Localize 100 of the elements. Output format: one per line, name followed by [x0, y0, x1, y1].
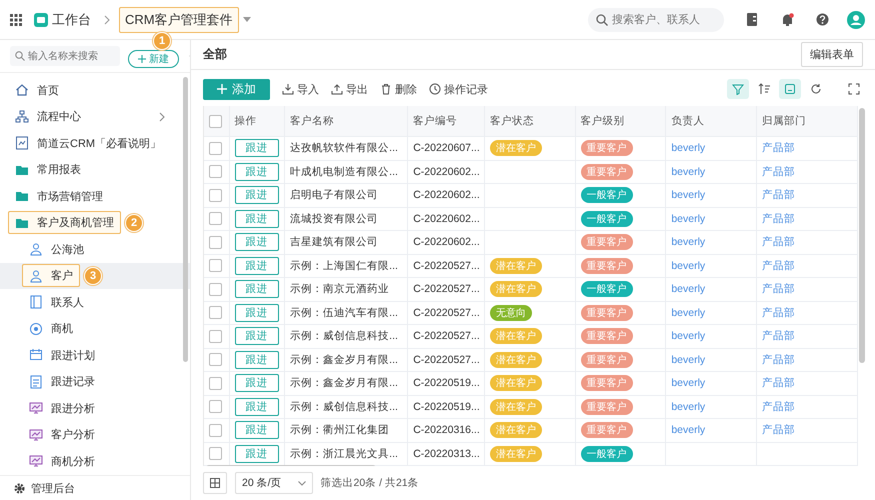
sidebar-item[interactable]: 联系人	[0, 289, 190, 316]
sidebar-item[interactable]: 流程中心	[0, 104, 190, 130]
checkbox[interactable]	[209, 282, 222, 296]
apps-icon[interactable]	[10, 14, 22, 26]
follow-up-button[interactable]: 跟进	[234, 374, 279, 392]
department-link[interactable]: 产品部	[762, 330, 796, 342]
follow-up-button[interactable]: 跟进	[234, 162, 279, 181]
checkbox[interactable]	[209, 330, 222, 343]
toolbar-button[interactable]: 导入	[282, 82, 319, 97]
sidebar-item[interactable]: 跟进分析	[0, 395, 190, 422]
follow-up-button[interactable]: 跟进	[234, 304, 279, 322]
caret-down-icon[interactable]	[242, 16, 251, 22]
app-label[interactable]: 工作台	[52, 10, 91, 28]
new-button[interactable]: 新建	[128, 50, 179, 68]
owner-link[interactable]: beverly	[671, 354, 706, 366]
follow-up-button[interactable]: 跟进	[234, 256, 279, 275]
suite-tab[interactable]: CRM客户管理套件	[119, 6, 239, 32]
table-cell: C-20220527...	[408, 348, 484, 372]
sidebar-item[interactable]: 常用报表	[0, 156, 190, 183]
checkbox[interactable]	[209, 353, 222, 366]
department-link[interactable]: 产品部	[762, 236, 796, 248]
layout-toggle-button[interactable]	[203, 472, 227, 494]
checkbox[interactable]	[209, 376, 222, 390]
level-badge: 重要客户	[580, 422, 633, 438]
follow-up-button[interactable]: 跟进	[234, 233, 279, 252]
checkbox[interactable]	[209, 259, 222, 272]
owner-link[interactable]: beverly	[671, 212, 706, 225]
follow-up-button[interactable]: 跟进	[234, 327, 279, 346]
owner-link[interactable]: beverly	[671, 330, 706, 342]
follow-up-button[interactable]: 跟进	[234, 280, 279, 298]
level-badge: 重要客户	[580, 352, 633, 368]
edit-form-button[interactable]: 编辑表单	[801, 42, 863, 68]
follow-up-button[interactable]: 跟进	[234, 186, 279, 204]
checkbox[interactable]	[209, 165, 222, 178]
page-size-select[interactable]: 20 条/页	[235, 472, 313, 494]
follow-up-button[interactable]: 跟进	[234, 421, 279, 440]
department-link[interactable]: 产品部	[762, 260, 796, 272]
bell-icon[interactable]	[781, 13, 794, 26]
sidebar-item[interactable]: 市场营销管理	[0, 183, 190, 210]
department-link[interactable]: 产品部	[762, 424, 796, 436]
follow-up-button[interactable]: 跟进	[234, 139, 279, 158]
checkbox[interactable]	[209, 114, 222, 128]
owner-link[interactable]: beverly	[671, 400, 706, 413]
avatar-icon[interactable]	[847, 10, 865, 28]
toolbar-button[interactable]: 导出	[331, 82, 368, 97]
follow-up-button[interactable]: 跟进	[234, 210, 279, 228]
department-link[interactable]: 产品部	[762, 306, 796, 319]
checkbox[interactable]	[209, 400, 222, 414]
book-icon[interactable]	[746, 13, 759, 26]
owner-link[interactable]: beverly	[671, 377, 706, 390]
owner-link[interactable]: beverly	[671, 142, 706, 154]
sidebar-item[interactable]: 跟进计划	[0, 342, 190, 368]
checkbox[interactable]	[209, 142, 222, 155]
department-link[interactable]: 产品部	[762, 377, 796, 390]
toolbar-button[interactable]: 删除	[380, 82, 417, 97]
owner-link[interactable]: beverly	[671, 260, 706, 272]
chart-icon	[29, 401, 43, 416]
checkbox[interactable]	[209, 212, 222, 226]
owner-link[interactable]: beverly	[671, 236, 706, 248]
department-link[interactable]: 产品部	[762, 212, 796, 225]
sidebar-item[interactable]: 客户及商机管理 2	[0, 210, 190, 236]
department-link[interactable]: 产品部	[762, 400, 796, 413]
department-link[interactable]: 产品部	[762, 142, 796, 154]
department-link[interactable]: 产品部	[762, 189, 796, 202]
sidebar-item[interactable]: 公海池	[0, 236, 190, 262]
department-link[interactable]: 产品部	[762, 283, 796, 296]
sidebar-item[interactable]: 简道云CRM「必看说明」	[0, 130, 190, 156]
owner-link[interactable]: beverly	[671, 424, 706, 436]
owner-link[interactable]: beverly	[671, 306, 706, 319]
help-icon[interactable]	[816, 13, 829, 26]
checkbox[interactable]	[209, 306, 222, 320]
search-field[interactable]: 输入名称来搜索	[10, 46, 120, 66]
sidebar-item[interactable]: 跟进记录	[0, 368, 190, 395]
department-link[interactable]: 产品部	[762, 166, 796, 178]
checkbox[interactable]	[209, 236, 222, 249]
checkbox[interactable]	[209, 188, 222, 202]
sidebar-item[interactable]: 首页	[0, 77, 190, 104]
follow-up-button[interactable]: 跟进	[234, 350, 279, 369]
checkbox[interactable]	[209, 424, 222, 437]
toolbar-button[interactable]: 操作记录	[429, 82, 488, 97]
follow-up-button[interactable]: 跟进	[234, 444, 279, 463]
sidebar-item[interactable]: 客户分析	[0, 422, 190, 448]
search-field[interactable]: 搜索客户、联系人	[588, 8, 724, 32]
add-button[interactable]: 添加	[203, 78, 270, 100]
checkbox[interactable]	[209, 447, 222, 460]
owner-link[interactable]: beverly	[671, 283, 706, 296]
sidebar-item[interactable]: 客户 3	[0, 262, 190, 289]
owner-link[interactable]: beverly	[671, 189, 706, 202]
sidebar-item[interactable]: 商机分析	[0, 448, 190, 474]
status-badge: 潜在客户	[490, 328, 542, 344]
scrollbar[interactable]	[183, 77, 188, 362]
follow-up-button[interactable]: 跟进	[234, 398, 279, 416]
admin-link[interactable]: 管理后台	[31, 480, 75, 496]
sidebar-item[interactable]: 商机	[0, 316, 190, 342]
department-link[interactable]: 产品部	[762, 354, 796, 366]
scrollbar[interactable]	[859, 108, 865, 363]
table-cell: C-20220519...	[408, 372, 484, 395]
table-cell: C-20220607...	[408, 136, 484, 160]
level-badge: 重要客户	[580, 258, 633, 274]
owner-link[interactable]: beverly	[671, 166, 706, 178]
